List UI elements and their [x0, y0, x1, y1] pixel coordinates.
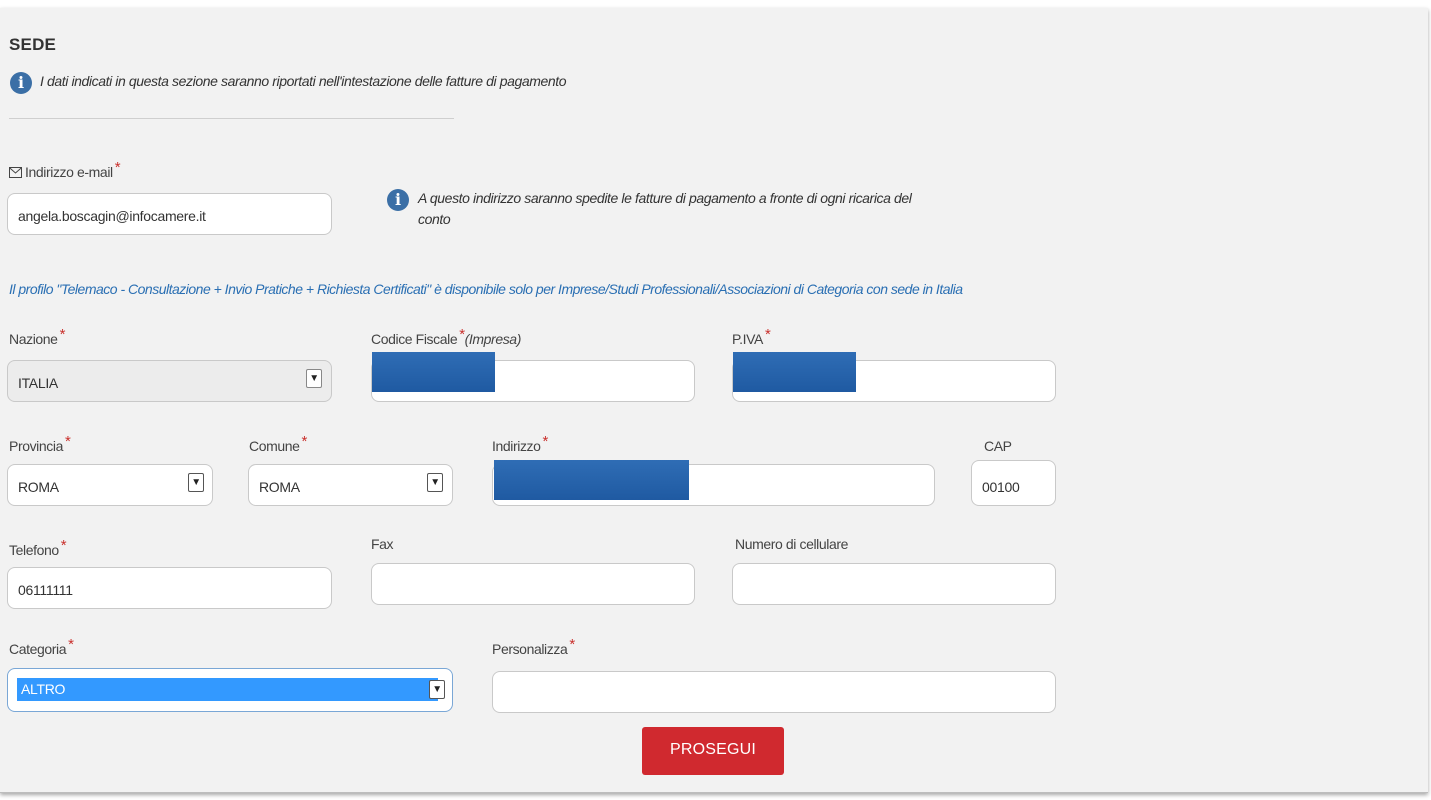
cap-label: CAP — [984, 438, 1012, 454]
email-value: angela.boscagin@infocamere.it — [18, 208, 206, 224]
redaction-block — [372, 352, 495, 392]
email-label-text: Indirizzo e-mail — [25, 164, 113, 180]
piva-label: P.IVA * — [732, 326, 771, 348]
required-mark: * — [542, 433, 549, 450]
section-title: SEDE — [9, 35, 57, 54]
cellulare-label: Numero di cellulare — [735, 536, 849, 552]
nazione-select[interactable]: ITALIA ▼ — [7, 360, 332, 402]
required-mark: * — [459, 326, 465, 343]
provincia-label: Provincia * — [9, 433, 71, 455]
categoria-label: Categoria * — [9, 636, 74, 658]
info-icon: i — [387, 189, 409, 211]
personalizza-label-text: Personalizza — [492, 641, 568, 657]
cap-input[interactable]: 00100 — [971, 460, 1056, 506]
section-info-note: I dati indicati in questa sezione sarann… — [40, 73, 567, 89]
nazione-label: Nazione * — [9, 326, 65, 348]
profile-note: Il profilo "Telemaco - Consultazione + I… — [9, 281, 963, 297]
required-mark: * — [59, 326, 66, 343]
telefono-label-text: Telefono — [9, 542, 59, 558]
required-mark: * — [64, 433, 71, 450]
required-mark: * — [569, 636, 575, 653]
comune-select[interactable]: ROMA ▼ — [248, 464, 453, 506]
nazione-label-text: Nazione — [9, 331, 58, 347]
categoria-select[interactable]: ALTRO ▼ — [7, 668, 453, 712]
comune-value: ROMA — [259, 479, 300, 495]
chevron-down-icon: ▼ — [427, 473, 443, 492]
required-mark: * — [301, 433, 308, 450]
email-label: Indirizzo e-mail * — [9, 159, 121, 181]
chevron-down-icon: ▼ — [188, 473, 204, 492]
envelope-icon — [9, 167, 22, 178]
indirizzo-label-text: Indirizzo — [492, 438, 541, 454]
personalizza-label: Personalizza * — [492, 636, 575, 658]
categoria-label-text: Categoria — [9, 641, 67, 657]
cellulare-input[interactable] — [732, 563, 1056, 605]
fax-label: Fax — [371, 536, 394, 552]
email-info-note: A questo indirizzo saranno spedite le fa… — [418, 188, 912, 230]
provincia-select[interactable]: ROMA ▼ — [7, 464, 213, 506]
required-mark: * — [60, 537, 67, 554]
provincia-label-text: Provincia — [9, 438, 63, 454]
codice-fiscale-qualifier: (Impresa) — [464, 331, 522, 347]
required-mark: * — [114, 159, 121, 176]
provincia-value: ROMA — [18, 479, 59, 495]
section-divider — [9, 118, 454, 119]
required-mark: * — [68, 636, 74, 653]
prosegui-button[interactable]: PROSEGUI — [642, 727, 784, 775]
redaction-block — [494, 460, 689, 500]
required-mark: * — [764, 326, 771, 343]
nazione-value: ITALIA — [18, 375, 58, 391]
chevron-down-icon: ▼ — [306, 369, 322, 388]
piva-label-text: P.IVA — [732, 331, 763, 347]
comune-label-text: Comune — [249, 438, 300, 454]
chevron-down-icon: ▼ — [429, 680, 445, 699]
email-field[interactable]: angela.boscagin@infocamere.it — [7, 193, 332, 235]
cap-value: 00100 — [982, 479, 1020, 495]
telefono-value: 06111111 — [18, 582, 73, 598]
email-note-line1: A questo indirizzo saranno spedite le fa… — [418, 190, 912, 206]
codice-fiscale-label: Codice Fiscale *(Impresa) — [371, 326, 522, 348]
personalizza-input[interactable] — [492, 671, 1056, 713]
indirizzo-label: Indirizzo * — [492, 433, 548, 455]
telefono-label: Telefono * — [9, 537, 67, 559]
categoria-selected-option: ALTRO — [17, 678, 438, 701]
comune-label: Comune * — [249, 433, 307, 455]
sede-panel: SEDE i I dati indicati in questa sezione… — [0, 8, 1428, 793]
info-icon: i — [10, 72, 32, 94]
redaction-block — [733, 352, 856, 392]
telefono-input[interactable]: 06111111 — [7, 567, 332, 609]
fax-input[interactable] — [371, 563, 695, 605]
codice-fiscale-label-text: Codice Fiscale — [371, 331, 458, 347]
email-note-line2: conto — [418, 211, 451, 227]
